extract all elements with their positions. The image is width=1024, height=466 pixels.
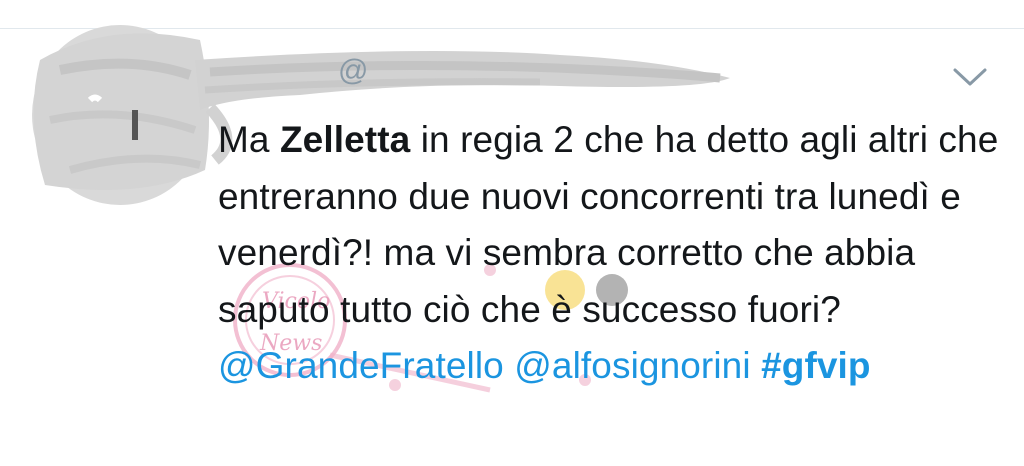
hashtag-gfvip[interactable]: #gfvip <box>761 345 871 386</box>
chevron-down-icon[interactable] <box>950 62 990 92</box>
tweet-text: Ma Zelletta in regia 2 che ha detto agli… <box>218 112 1008 395</box>
tweet-bold-name: Zelletta <box>279 119 411 160</box>
mention-grandefratello[interactable]: @GrandeFratello <box>218 345 504 386</box>
author-handle-partial: @ <box>338 54 370 87</box>
mention-alfosignorini[interactable]: @alfosignorini <box>514 345 750 386</box>
tweet-text-intro: Ma <box>218 119 280 160</box>
